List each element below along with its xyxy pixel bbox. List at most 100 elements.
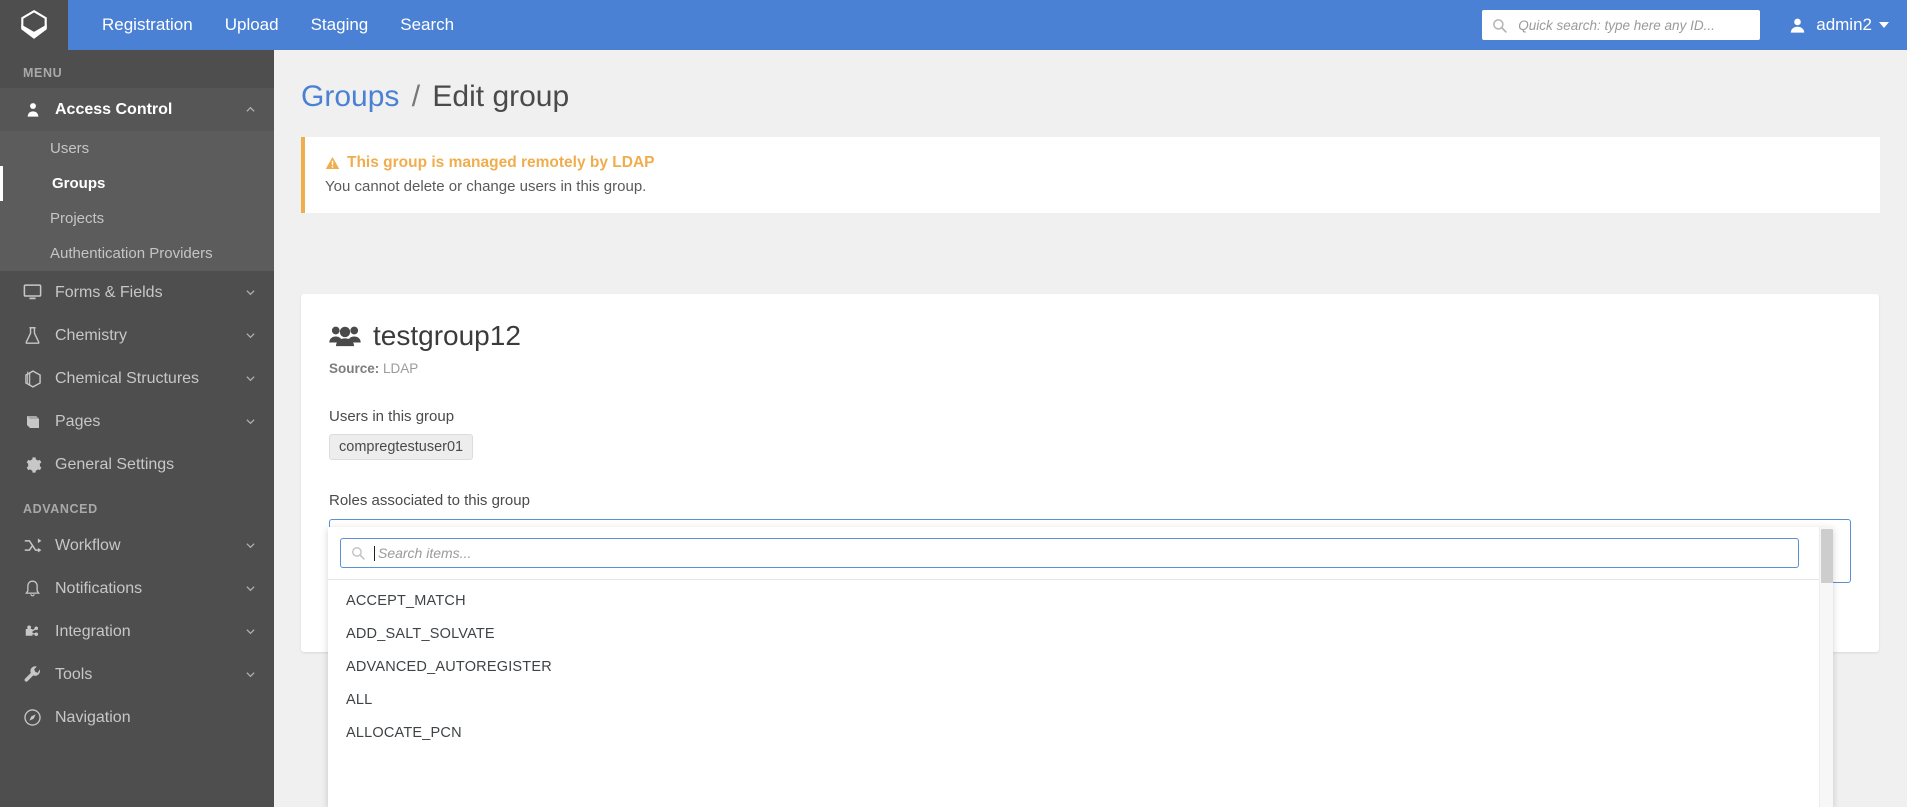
dropdown-search-input[interactable] xyxy=(376,544,1788,562)
main-nav-links: Registration Upload Staging Search xyxy=(86,0,470,50)
sidebar-item-groups[interactable]: Groups xyxy=(0,166,274,201)
group-source-value: LDAP xyxy=(383,361,418,376)
chevron-down-icon xyxy=(245,669,256,680)
sidebar-item-access-control[interactable]: Access Control xyxy=(0,88,274,131)
bell-icon xyxy=(22,578,43,599)
sidebar-item-label: Integration xyxy=(55,623,245,641)
group-name: testgroup12 xyxy=(373,320,521,352)
puzzle-icon xyxy=(22,621,43,642)
dropdown-scrollbar[interactable] xyxy=(1819,527,1833,807)
dropdown-search-box[interactable] xyxy=(340,538,1799,568)
flask-icon xyxy=(22,325,43,346)
hexagon-icon xyxy=(22,368,43,389)
search-icon xyxy=(1492,18,1507,33)
sidebar-item-navigation[interactable]: Navigation xyxy=(0,696,274,739)
user-name-label: admin2 xyxy=(1816,15,1872,35)
dropdown-item-label: ADD_SALT_SOLVATE xyxy=(346,626,495,642)
top-navigation-bar: Registration Upload Staging Search admin… xyxy=(0,0,1907,50)
sidebar-submenu-access-control: Users Groups Projects Authentication Pro… xyxy=(0,131,274,271)
person-icon xyxy=(22,99,43,120)
compass-icon xyxy=(22,707,43,728)
user-icon xyxy=(1788,16,1807,35)
sidebar-item-label: Chemical Structures xyxy=(55,370,245,388)
dropdown-item[interactable]: ALLOCATE_PCN xyxy=(328,716,1833,749)
group-source-label: Source: xyxy=(329,361,379,376)
dropdown-item[interactable]: ACCEPT_MATCH xyxy=(328,584,1833,617)
breadcrumb-separator: / xyxy=(412,80,420,113)
quick-search-input[interactable] xyxy=(1516,17,1750,34)
dropdown-item[interactable]: ALL xyxy=(328,683,1833,716)
sidebar-item-general-settings[interactable]: General Settings xyxy=(0,443,274,486)
chevron-down-icon xyxy=(245,330,256,341)
cube-logo-icon xyxy=(17,8,51,42)
chevron-down-icon xyxy=(245,626,256,637)
sidebar-item-forms-and-fields[interactable]: Forms & Fields xyxy=(0,271,274,314)
breadcrumb: Groups / Edit group xyxy=(274,50,1907,114)
nav-link-search[interactable]: Search xyxy=(384,0,470,50)
dropdown-item-label: ADVANCED_AUTOREGISTER xyxy=(346,659,552,675)
wrench-icon xyxy=(22,664,43,685)
ldap-managed-alert: This group is managed remotely by LDAP Y… xyxy=(301,137,1880,213)
sidebar-item-integration[interactable]: Integration xyxy=(0,610,274,653)
quick-search-box[interactable] xyxy=(1482,10,1760,40)
book-icon xyxy=(22,411,43,432)
sidebar-subitem-label: Authentication Providers xyxy=(50,245,213,262)
sidebar-item-label: Pages xyxy=(55,413,245,431)
sidebar-item-label: Forms & Fields xyxy=(55,284,245,302)
dropdown-scrollbar-thumb[interactable] xyxy=(1821,529,1833,583)
alert-title-row: This group is managed remotely by LDAP xyxy=(325,154,1860,172)
breadcrumb-link-groups[interactable]: Groups xyxy=(301,80,399,113)
sidebar-item-label: Tools xyxy=(55,666,245,684)
alert-body-text: You cannot delete or change users in thi… xyxy=(325,178,1860,195)
sidebar-item-projects[interactable]: Projects xyxy=(0,201,274,236)
sidebar-item-label: Access Control xyxy=(55,101,245,119)
nav-link-upload[interactable]: Upload xyxy=(209,0,295,50)
chevron-down-icon xyxy=(245,583,256,594)
dropdown-item-label: ALLOCATE_PCN xyxy=(346,725,462,741)
nav-link-registration[interactable]: Registration xyxy=(86,0,209,50)
topbar-right-group: admin2 xyxy=(1482,0,1907,50)
nav-link-staging[interactable]: Staging xyxy=(295,0,385,50)
user-menu[interactable]: admin2 xyxy=(1788,15,1889,35)
gear-icon xyxy=(22,454,43,475)
chevron-down-icon xyxy=(245,373,256,384)
sidebar-section-advanced-heading: ADVANCED xyxy=(0,486,274,524)
dropdown-item-label: ALL xyxy=(346,692,372,708)
chevron-down-icon xyxy=(245,416,256,427)
sidebar-item-label: Workflow xyxy=(55,537,245,555)
sidebar-item-label: Navigation xyxy=(55,709,256,727)
sidebar-item-authentication-providers[interactable]: Authentication Providers xyxy=(0,236,274,271)
text-cursor xyxy=(374,546,375,561)
group-title-row: testgroup12 xyxy=(329,320,1851,352)
user-chip-row: compregtestuser01 xyxy=(329,434,1851,460)
sidebar-subitem-label: Users xyxy=(50,140,89,157)
monitor-icon xyxy=(22,282,43,303)
warning-triangle-icon xyxy=(325,156,340,170)
sidebar-item-tools[interactable]: Tools xyxy=(0,653,274,696)
dropdown-item[interactable]: ADVANCED_AUTOREGISTER xyxy=(328,650,1833,683)
sidebar-subitem-label: Groups xyxy=(52,175,105,192)
users-in-group-label: Users in this group xyxy=(329,408,1851,425)
breadcrumb-current-page: Edit group xyxy=(432,80,569,113)
sidebar-item-pages[interactable]: Pages xyxy=(0,400,274,443)
dropdown-item[interactable]: ADD_SALT_SOLVATE xyxy=(328,617,1833,650)
sidebar-subitem-label: Projects xyxy=(50,210,104,227)
shuffle-icon xyxy=(22,535,43,556)
app-logo[interactable] xyxy=(0,0,68,50)
roles-associated-label: Roles associated to this group xyxy=(329,492,1851,509)
alert-title-text: This group is managed remotely by LDAP xyxy=(347,154,654,172)
chevron-down-icon xyxy=(1879,22,1889,28)
sidebar-item-label: General Settings xyxy=(55,456,256,474)
sidebar-item-label: Notifications xyxy=(55,580,245,598)
group-source-line: Source: LDAP xyxy=(329,361,1851,376)
chevron-down-icon xyxy=(245,540,256,551)
sidebar-item-chemical-structures[interactable]: Chemical Structures xyxy=(0,357,274,400)
search-icon xyxy=(351,546,365,560)
sidebar-item-workflow[interactable]: Workflow xyxy=(0,524,274,567)
sidebar-item-users[interactable]: Users xyxy=(0,131,274,166)
chevron-down-icon xyxy=(245,287,256,298)
chevron-up-icon xyxy=(245,104,256,115)
sidebar-item-notifications[interactable]: Notifications xyxy=(0,567,274,610)
user-chip[interactable]: compregtestuser01 xyxy=(329,434,473,460)
sidebar-item-chemistry[interactable]: Chemistry xyxy=(0,314,274,357)
